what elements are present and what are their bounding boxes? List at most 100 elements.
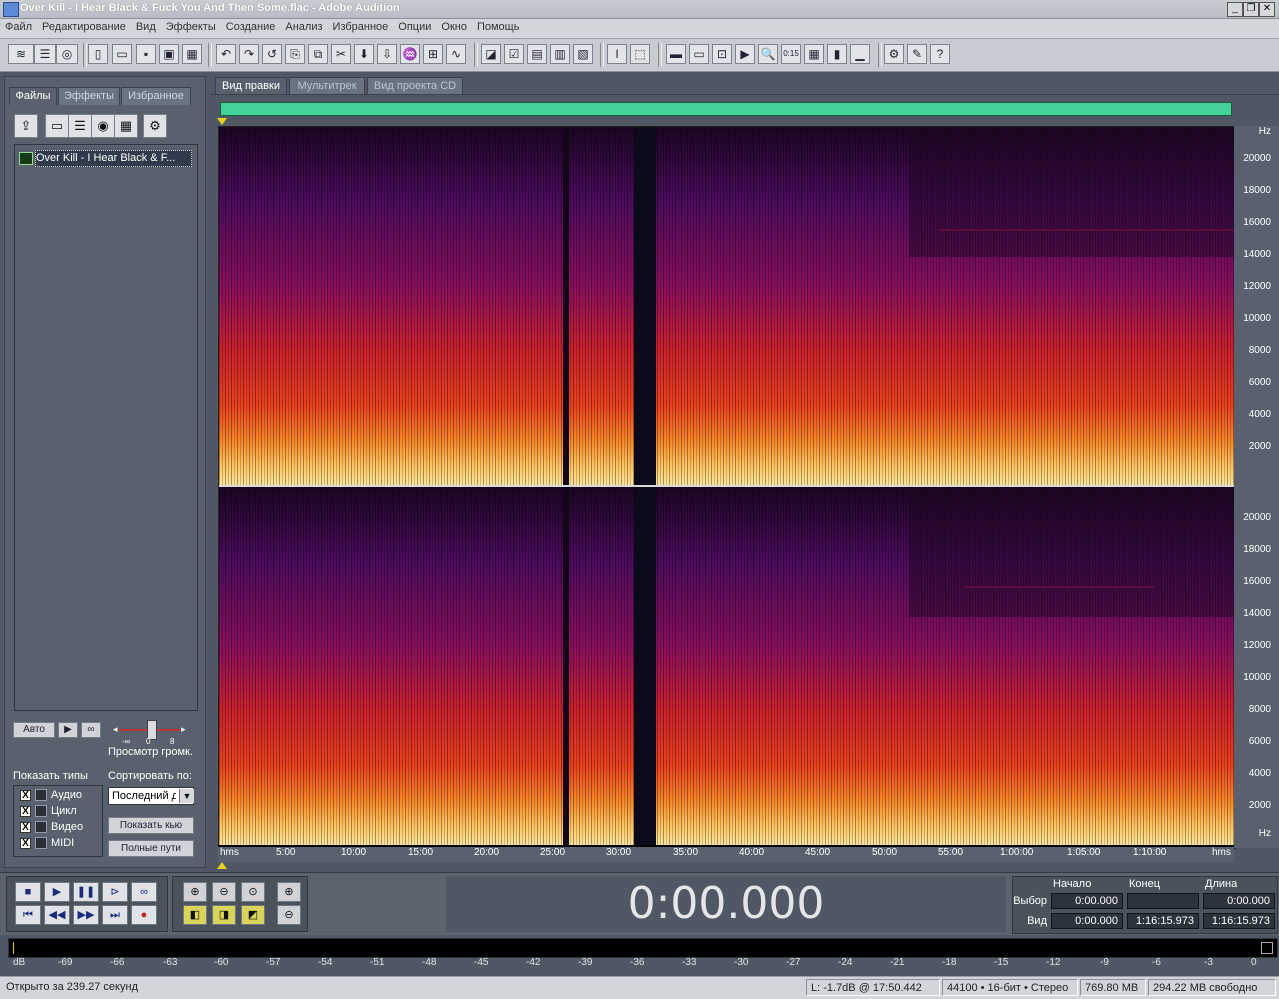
zoom-left-edge-icon[interactable]: ◨ [212,905,236,925]
silence-icon[interactable]: ∿ [446,44,466,64]
window-files-icon[interactable]: ▬ [666,44,686,64]
minimize-button[interactable]: _ [1227,2,1243,17]
zoom-right-edge-icon[interactable]: ◩ [241,905,265,925]
tab-files[interactable]: Файлы [9,87,57,105]
play-preview-icon[interactable]: ▶ [58,722,78,738]
paste-new-icon[interactable]: ⇩ [377,44,397,64]
paste-icon[interactable]: ⬇ [354,44,374,64]
window-zoom-icon[interactable]: 🔍 [758,44,778,64]
playhead-marker-bottom[interactable] [217,862,227,869]
loop-checkbox[interactable]: X [20,806,31,817]
menu-window[interactable]: Окно [436,19,472,33]
save-as-icon[interactable]: ▣ [159,44,179,64]
tab-effects[interactable]: Эффекты [58,87,120,105]
marquee-tool-icon[interactable]: ⬚ [630,44,650,64]
sort-select[interactable]: Последний д ▼ [108,787,194,805]
menu-file[interactable]: Файл [0,19,37,33]
edit-view-mode-icon[interactable]: ≋ [8,44,34,64]
menu-help[interactable]: Помощь [472,19,525,33]
zoom-in-vertical-icon[interactable]: ⊕ [277,882,301,902]
copy-new-icon[interactable]: ⧉ [308,44,328,64]
selection-end-field[interactable] [1127,893,1199,909]
spectral-pan-icon[interactable]: ▤ [527,44,547,64]
multitrack-mode-icon[interactable]: ☰ [34,44,56,64]
cd-mode-icon[interactable]: ◎ [56,44,78,64]
help-icon[interactable]: ? [930,44,950,64]
zoom-to-selection-icon[interactable]: ◧ [183,905,207,925]
save-all-icon[interactable]: ▦ [182,44,202,64]
play-icon[interactable]: ▶ [44,882,70,902]
full-paths-button[interactable]: Полные пути [108,840,194,857]
close-button[interactable]: ✕ [1259,2,1275,17]
waveform-view-icon[interactable]: ◪ [481,44,501,64]
play-from-cursor-icon[interactable]: ⊳ [102,882,128,902]
midi-checkbox[interactable]: X [20,838,31,849]
trim-icon[interactable]: ⊞ [423,44,443,64]
tab-edit-view[interactable]: Вид правки [215,77,287,95]
menu-edit[interactable]: Редактирование [37,19,131,33]
spectral-freq-icon[interactable]: ▧ [573,44,593,64]
mix-paste-icon[interactable]: ♒ [400,44,420,64]
insert-cd-icon[interactable]: ◉ [91,114,115,138]
import-file-icon[interactable]: ⇪ [14,114,38,138]
window-level-meter-icon[interactable]: ▮ [827,44,847,64]
menu-generate[interactable]: Создание [221,19,281,33]
tab-cd-project[interactable]: Вид проекта CD [367,77,463,95]
menu-view[interactable]: Вид [131,19,161,33]
go-to-end-icon[interactable]: ⏭ [102,905,128,925]
loop-play-icon[interactable]: ∞ [131,882,157,902]
save-file-icon[interactable]: ▪ [136,44,156,64]
restore-button[interactable]: ❐ [1243,2,1259,17]
window-status-icon[interactable]: ▁ [850,44,870,64]
view-length-field[interactable]: 1:16:15.973 [1203,913,1275,929]
undo-icon[interactable]: ↶ [216,44,236,64]
chevron-down-icon[interactable]: ▼ [179,789,194,803]
loop-preview-icon[interactable]: ∞ [81,722,101,738]
time-selection-tool-icon[interactable]: I [607,44,627,64]
window-selection-icon[interactable]: ▦ [804,44,824,64]
close-file-icon[interactable]: ⚙ [143,114,167,138]
audio-checkbox[interactable]: X [20,790,31,801]
open-file-icon[interactable]: ▭ [112,44,132,64]
preview-volume-slider[interactable]: ◂ ▸ [113,720,187,740]
stop-icon[interactable]: ■ [15,882,41,902]
pause-icon[interactable]: ❚❚ [73,882,99,902]
menu-effects[interactable]: Эффекты [161,19,221,33]
menu-favorites[interactable]: Избранное [328,19,394,33]
window-effects-icon[interactable]: ▭ [689,44,709,64]
zoom-full-icon[interactable]: ⊙ [241,882,265,902]
redo-icon[interactable]: ↷ [239,44,259,64]
playhead-marker-top[interactable] [217,118,227,125]
selection-start-field[interactable]: 0:00.000 [1051,893,1123,909]
view-start-field[interactable]: 0:00.000 [1051,913,1123,929]
spectral-view-icon[interactable]: ☑ [504,44,524,64]
show-cue-button[interactable]: Показать кью [108,817,194,834]
selection-length-field[interactable]: 0:00.000 [1203,893,1275,909]
fast-forward-icon[interactable]: ▶▶ [73,905,99,925]
tab-favorites[interactable]: Избранное [121,87,191,105]
go-to-start-icon[interactable]: ⏮ [15,905,41,925]
open-folder-icon[interactable]: ▭ [45,114,69,138]
zoom-out-vertical-icon[interactable]: ⊖ [277,905,301,925]
record-icon[interactable]: ● [131,905,157,925]
menu-analyze[interactable]: Анализ [280,19,327,33]
spectral-phase-icon[interactable]: ▥ [550,44,570,64]
insert-multitrack-icon[interactable]: ☰ [68,114,92,138]
overview-bar[interactable] [220,102,1232,116]
edit-file-icon[interactable]: ▦ [114,114,138,138]
file-list-item[interactable]: Over Kill - I Hear Black & F... [35,150,192,167]
script-icon[interactable]: ✎ [907,44,927,64]
auto-play-button[interactable]: Авто [13,722,55,738]
window-favorites-icon[interactable]: ⊡ [712,44,732,64]
zoom-in-horizontal-icon[interactable]: ⊕ [183,882,207,902]
repeat-icon[interactable]: ↺ [262,44,282,64]
video-checkbox[interactable]: X [20,822,31,833]
menu-options[interactable]: Опции [393,19,436,33]
settings-icon[interactable]: ⚙ [884,44,904,64]
spectrogram-display[interactable] [218,126,1236,849]
view-end-field[interactable]: 1:16:15.973 [1127,913,1199,929]
time-ruler[interactable]: hms 5:00 10:00 15:00 20:00 25:00 30:00 3… [218,847,1234,862]
new-file-icon[interactable]: ▯ [88,44,108,64]
window-time-icon[interactable]: 0:15 [781,44,801,64]
copy-icon[interactable]: ⎘ [285,44,305,64]
